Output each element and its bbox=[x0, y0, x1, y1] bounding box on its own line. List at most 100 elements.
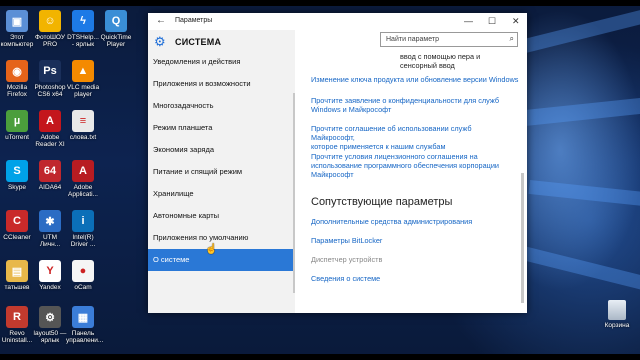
content-pane: ввод с помощью пера и сенсорный ввод Изм… bbox=[302, 30, 518, 313]
utorrent-icon: µ bbox=[6, 110, 28, 132]
desktop-shortcut[interactable]: ▤ татьшев bbox=[0, 260, 34, 291]
desktop-shortcut-label: uTorrent bbox=[5, 134, 29, 141]
desktop-shortcut[interactable]: A Adobe Applicati... bbox=[66, 160, 100, 198]
close-button[interactable]: ✕ bbox=[512, 16, 520, 27]
vlc-icon: ▲ bbox=[72, 60, 94, 82]
desktop-shortcut[interactable]: 64 AIDA64 bbox=[33, 160, 67, 191]
nav-item[interactable]: Хранилище bbox=[148, 183, 293, 205]
desktop-shortcut[interactable]: S Skype bbox=[0, 160, 34, 191]
nav-item-label: О системе bbox=[153, 255, 190, 264]
desktop-shortcut[interactable]: C CCleaner bbox=[0, 210, 34, 241]
desktop-shortcut[interactable]: µ uTorrent bbox=[0, 110, 34, 141]
nav-item[interactable]: Многозадачность bbox=[148, 95, 293, 117]
ccleaner-icon: C bbox=[6, 210, 28, 232]
desktop-shortcut[interactable]: ϟ DTSHelp... - ярлык bbox=[66, 10, 100, 48]
nav-item-label: Режим планшета bbox=[153, 123, 213, 132]
nav-item-label: Приложения и возможности bbox=[153, 79, 251, 88]
minimize-button[interactable]: — bbox=[464, 16, 473, 26]
text-file-icon: ≡ bbox=[72, 110, 94, 132]
desktop-shortcut-label: AIDA64 bbox=[38, 184, 62, 191]
nav-item-label: Хранилище bbox=[153, 189, 194, 198]
desktop-shortcut-label: татьшев bbox=[4, 284, 30, 291]
desktop-shortcut[interactable]: ⚙ layout50 — ярлык bbox=[33, 306, 67, 344]
desktop-shortcut[interactable]: ◉ Mozilla Firefox bbox=[0, 60, 34, 98]
desktop-shortcut-label: Панель управлени... bbox=[66, 330, 104, 344]
aida64-icon: 64 bbox=[39, 160, 61, 182]
layout-icon: ⚙ bbox=[39, 306, 61, 328]
desktop-shortcut-label: Этот компьютер bbox=[0, 34, 34, 48]
page-title: СИСТЕМА bbox=[175, 37, 222, 47]
desktop-shortcut-label: Mozilla Firefox bbox=[6, 84, 28, 98]
desktop-shortcut[interactable]: ▲ VLC media player bbox=[66, 60, 100, 98]
light-beam bbox=[520, 6, 640, 54]
desktop-shortcut[interactable]: ▦ Панель управлени... bbox=[66, 306, 104, 344]
nav-item[interactable]: Режим планшета bbox=[148, 117, 293, 139]
computer-icon: ▣ bbox=[6, 10, 28, 32]
quicktime-icon: Q bbox=[105, 10, 127, 32]
desktop-shortcut[interactable]: Ps Photoshop CS6 x64 bbox=[33, 60, 67, 98]
nav-item[interactable]: Приложения и возможности bbox=[148, 73, 293, 95]
control-panel-icon: ▦ bbox=[72, 306, 94, 328]
firefox-icon: ◉ bbox=[6, 60, 28, 82]
desktop-shortcut[interactable]: ● oCam bbox=[66, 260, 100, 291]
desktop-shortcut[interactable]: ☺ ФотоШОУ PRO bbox=[33, 10, 67, 48]
nav-scrollbar[interactable] bbox=[293, 93, 295, 293]
dtshelp-icon: ϟ bbox=[72, 10, 94, 32]
link-admin-tools[interactable]: Дополнительные средства администрировани… bbox=[311, 217, 472, 226]
desktop-shortcut[interactable]: A Adobe Reader XI bbox=[33, 110, 67, 148]
settings-window: ← Параметры — ☐ ✕ ⚙ СИСТЕМА Найти параме… bbox=[148, 13, 527, 313]
desktop-shortcut[interactable]: R Revo Uninstall... bbox=[0, 306, 34, 344]
yandex-icon: Y bbox=[39, 260, 61, 282]
desktop-shortcut-label: oCam bbox=[74, 284, 92, 291]
desktop-shortcut[interactable]: Q QuickTime Player bbox=[99, 10, 133, 48]
recycle-bin-label: Корзина bbox=[604, 322, 630, 329]
nav-item-label: Многозадачность bbox=[153, 101, 214, 110]
intel-driver-icon: i bbox=[72, 210, 94, 232]
link-system-info[interactable]: Сведения о системе bbox=[311, 274, 380, 283]
desktop-shortcut-label: Photoshop CS6 x64 bbox=[34, 84, 66, 98]
desktop-shortcut[interactable]: Y Yandex bbox=[33, 260, 67, 291]
desktop-shortcut-label: Revo Uninstall... bbox=[1, 330, 33, 344]
gear-icon: ⚙ bbox=[154, 34, 166, 49]
desktop-shortcut-label: Yandex bbox=[39, 284, 61, 291]
nav-item[interactable]: Приложения по умолчанию bbox=[148, 227, 293, 249]
desktop-shortcut-label: ФотоШОУ PRO bbox=[35, 34, 65, 48]
top-letterbox bbox=[0, 0, 640, 6]
light-beam bbox=[525, 96, 640, 126]
revo-icon: R bbox=[6, 306, 28, 328]
nav-item[interactable]: Уведомления и действия bbox=[148, 51, 293, 73]
photoshop-icon: Ps bbox=[39, 60, 61, 82]
top-text: ввод с помощью пера и сенсорный ввод bbox=[400, 52, 481, 70]
desktop-shortcut-label: QuickTime Player bbox=[100, 34, 132, 48]
fotoshow-icon: ☺ bbox=[39, 10, 61, 32]
nav-item-label: Приложения по умолчанию bbox=[153, 233, 249, 242]
back-arrow-icon[interactable]: ← bbox=[156, 15, 166, 26]
link-license-terms[interactable]: Прочтите условия лицензионного соглашени… bbox=[311, 152, 499, 179]
desktop-shortcut-label: DTSHelp... - ярлык bbox=[67, 34, 99, 48]
nav-item-label: Питание и спящий режим bbox=[153, 167, 243, 176]
nav-item-label: Уведомления и действия bbox=[153, 57, 241, 66]
maximize-button[interactable]: ☐ bbox=[488, 16, 496, 27]
title-bar: ← Параметры — ☐ ✕ bbox=[148, 13, 527, 30]
link-change-key[interactable]: Изменение ключа продукта или обновление … bbox=[311, 75, 518, 84]
desktop-shortcut[interactable]: ≡ слова.txt bbox=[66, 110, 100, 141]
recycle-bin[interactable]: Корзина bbox=[600, 300, 634, 329]
utm-icon: ✱ bbox=[39, 210, 61, 232]
nav-item[interactable]: О системе bbox=[148, 249, 293, 271]
desktop-shortcut[interactable]: i Intel(R) Driver ... bbox=[66, 210, 100, 248]
desktop-shortcut-label: VLC media player bbox=[66, 84, 100, 98]
desktop-shortcut-label: слова.txt bbox=[69, 134, 97, 141]
adobe-app-icon: A bbox=[72, 160, 94, 182]
nav-item[interactable]: Автономные карты bbox=[148, 205, 293, 227]
link-privacy[interactable]: Прочтите заявление о конфиденциальности … bbox=[311, 96, 499, 114]
skype-icon: S bbox=[6, 160, 28, 182]
nav-item[interactable]: Питание и спящий режим bbox=[148, 161, 293, 183]
desktop-shortcut[interactable]: ✱ UTM Личн... bbox=[33, 210, 67, 248]
link-bitlocker[interactable]: Параметры BitLocker bbox=[311, 236, 382, 245]
link-device-manager[interactable]: Диспетчер устройств bbox=[311, 255, 382, 264]
content-scrollbar[interactable] bbox=[521, 173, 524, 303]
desktop-shortcut-label: Intel(R) Driver ... bbox=[70, 234, 96, 248]
nav-item[interactable]: Экономия заряда bbox=[148, 139, 293, 161]
desktop-shortcut[interactable]: ▣ Этот компьютер bbox=[0, 10, 34, 48]
link-services-agreement[interactable]: Прочтите соглашение об использовании слу… bbox=[311, 124, 517, 151]
